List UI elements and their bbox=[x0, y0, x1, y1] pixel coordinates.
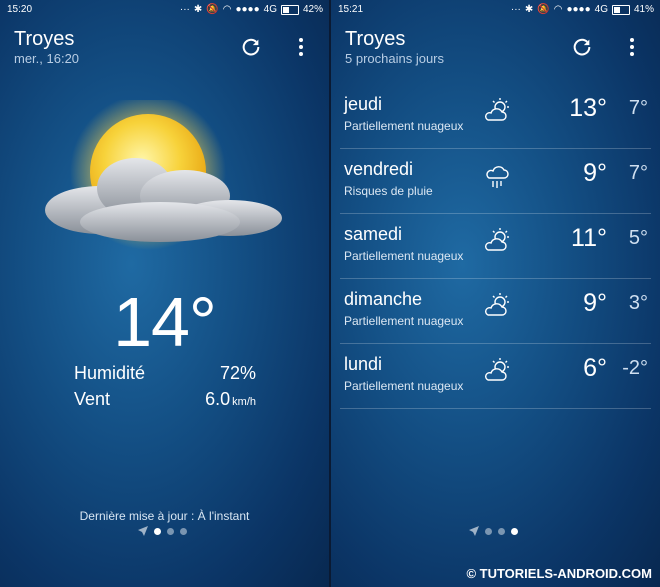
forecast-list: jeudi Partiellement nuageux 13° 7° vendredi R… bbox=[340, 84, 651, 409]
page-dot[interactable] bbox=[180, 527, 187, 535]
status-time: 15:20 bbox=[7, 4, 33, 15]
battery-icon bbox=[280, 4, 299, 15]
forecast-condition: Partiellement nuageux bbox=[344, 314, 464, 328]
battery-fill bbox=[613, 6, 620, 13]
network-type: 4G bbox=[263, 4, 277, 15]
page-dot[interactable] bbox=[154, 527, 161, 535]
location-arrow-icon[interactable] bbox=[469, 526, 479, 536]
menu-dot bbox=[299, 38, 303, 42]
forecast-high: 11° bbox=[571, 224, 607, 252]
status-icons: ··· ✱ 🔕 ◠ ●●●● 4G 42% bbox=[180, 4, 323, 15]
network-type: 4G bbox=[594, 4, 608, 15]
forecast-row[interactable]: lundi Partiellement nuageux 6° -2° bbox=[340, 344, 651, 409]
mute-icon: 🔕 bbox=[206, 4, 219, 15]
bluetooth-icon: ✱ bbox=[193, 4, 203, 15]
sun-cloud-icon bbox=[45, 100, 282, 250]
wind-speed: 6.0 bbox=[205, 389, 231, 409]
forecast-condition: Partiellement nuageux bbox=[344, 249, 464, 263]
forecast-high: 9° bbox=[583, 289, 607, 317]
city-name: Troyes bbox=[14, 28, 75, 50]
menu-dot bbox=[630, 45, 634, 49]
more-icon: ··· bbox=[510, 4, 521, 15]
battery-fill bbox=[282, 6, 289, 13]
forecast-low: 7° bbox=[628, 97, 648, 119]
humidity-label: Humidité bbox=[74, 363, 146, 383]
battery-icon bbox=[611, 4, 630, 15]
forecast-row[interactable]: dimanche Partiellement nuageux 9° 3° bbox=[340, 279, 651, 344]
page-indicator bbox=[469, 526, 518, 536]
forecast-row[interactable]: jeudi Partiellement nuageux 13° 7° bbox=[340, 84, 651, 149]
current-temperature: 14° bbox=[113, 283, 217, 361]
page-dot[interactable] bbox=[167, 527, 174, 535]
signal-icon: ●●●● bbox=[566, 4, 591, 15]
rain-icon bbox=[482, 161, 512, 191]
last-update-text: Dernière mise à jour : À l'instant bbox=[79, 509, 250, 523]
forecast-subtitle: 5 prochains jours bbox=[345, 51, 444, 66]
partly-cloudy-icon bbox=[482, 226, 512, 256]
wifi-icon: ◠ bbox=[553, 4, 563, 15]
forecast-low: 5° bbox=[628, 227, 648, 249]
humidity-value: 72% bbox=[219, 363, 256, 383]
menu-dot bbox=[630, 52, 634, 56]
date-time: mer., 16:20 bbox=[14, 51, 80, 66]
city-name: Troyes bbox=[345, 28, 406, 50]
forecast-day: lundi bbox=[344, 354, 383, 374]
partly-cloudy-icon bbox=[482, 291, 512, 321]
forecast-low: -2° bbox=[622, 357, 648, 379]
refresh-icon bbox=[242, 38, 260, 56]
forecast-condition: Partiellement nuageux bbox=[344, 379, 464, 393]
page-indicator bbox=[138, 526, 187, 536]
battery-percent: 42% bbox=[302, 4, 323, 15]
forecast-day: vendredi bbox=[344, 159, 414, 179]
forecast-condition: Risques de pluie bbox=[344, 184, 433, 198]
forecast-row[interactable]: vendredi Risques de pluie 9° 7° bbox=[340, 149, 651, 214]
current-weather-screen: 15:20 ··· ✱ 🔕 ◠ ●●●● 4G 42% Troyes mer.,… bbox=[0, 0, 329, 587]
menu-dot bbox=[299, 45, 303, 49]
forecast-day: dimanche bbox=[344, 289, 423, 309]
forecast-high: 6° bbox=[583, 354, 607, 382]
forecast-high: 13° bbox=[569, 94, 607, 122]
page-dot[interactable] bbox=[498, 527, 505, 535]
mute-icon: 🔕 bbox=[537, 4, 550, 15]
status-bar: 15:21 ··· ✱ 🔕 ◠ ●●●● 4G 41% bbox=[331, 0, 660, 20]
forecast-row[interactable]: samedi Partiellement nuageux 11° 5° bbox=[340, 214, 651, 279]
forecast-day: samedi bbox=[344, 224, 403, 244]
status-icons: ··· ✱ 🔕 ◠ ●●●● 4G 41% bbox=[511, 4, 654, 15]
more-icon: ··· bbox=[179, 4, 190, 15]
battery-percent: 41% bbox=[633, 4, 654, 15]
wind-unit: km/h bbox=[232, 396, 256, 408]
signal-icon: ●●●● bbox=[235, 4, 260, 15]
forecast-high: 9° bbox=[583, 159, 607, 187]
page-dot[interactable] bbox=[485, 527, 492, 535]
bluetooth-icon: ✱ bbox=[524, 4, 534, 15]
wifi-icon: ◠ bbox=[222, 4, 232, 15]
refresh-icon bbox=[573, 38, 591, 56]
status-time: 15:21 bbox=[338, 4, 364, 15]
menu-button[interactable] bbox=[298, 38, 304, 56]
forecast-condition: Partiellement nuageux bbox=[344, 119, 464, 133]
forecast-low: 3° bbox=[628, 292, 648, 314]
location-arrow-icon[interactable] bbox=[138, 526, 148, 536]
partly-cloudy-icon bbox=[482, 356, 512, 386]
menu-dot bbox=[630, 38, 634, 42]
menu-button[interactable] bbox=[629, 38, 635, 56]
forecast-screen: 15:21 ··· ✱ 🔕 ◠ ●●●● 4G 41% Troyes 5 pro… bbox=[331, 0, 660, 587]
refresh-button[interactable] bbox=[240, 36, 262, 58]
refresh-button[interactable] bbox=[571, 36, 593, 58]
menu-dot bbox=[299, 52, 303, 56]
forecast-low: 7° bbox=[628, 162, 648, 184]
watermark: © TUTORIELS-ANDROID.COM bbox=[466, 566, 652, 581]
wind-value: 6.0 km/h bbox=[205, 389, 256, 410]
page-dot[interactable] bbox=[511, 527, 518, 535]
forecast-day: jeudi bbox=[344, 94, 383, 114]
wind-label: Vent bbox=[74, 389, 111, 409]
status-bar: 15:20 ··· ✱ 🔕 ◠ ●●●● 4G 42% bbox=[0, 0, 329, 20]
partly-cloudy-icon bbox=[482, 96, 512, 126]
